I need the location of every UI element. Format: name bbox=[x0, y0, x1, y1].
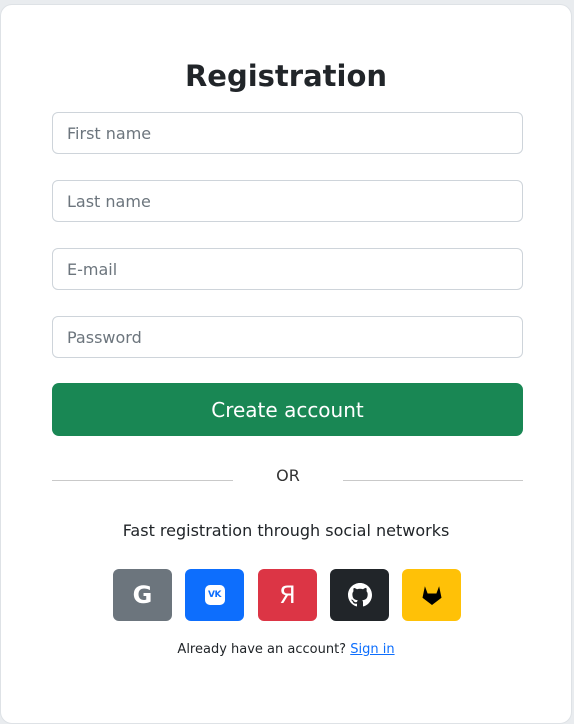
vk-icon-glyph: VK bbox=[208, 590, 221, 600]
gitlab-icon bbox=[420, 583, 444, 607]
social-heading: Fast registration through social network… bbox=[122, 521, 450, 540]
first-name-input[interactable] bbox=[52, 112, 523, 154]
last-name-input[interactable] bbox=[52, 180, 523, 222]
signin-prompt: Already have an account? bbox=[177, 642, 347, 657]
page-title: Registration bbox=[184, 59, 388, 93]
signin-link[interactable]: Sign in bbox=[350, 642, 394, 657]
email-input[interactable] bbox=[52, 248, 523, 290]
yandex-icon: Я bbox=[279, 581, 296, 609]
registration-card: Registration Create account OR Fast regi… bbox=[0, 4, 572, 724]
github-button[interactable] bbox=[330, 569, 389, 621]
google-button[interactable]: G bbox=[113, 569, 172, 621]
google-icon: G bbox=[132, 581, 153, 609]
vk-button[interactable]: VK bbox=[185, 569, 244, 621]
gitlab-button[interactable] bbox=[402, 569, 461, 621]
github-icon bbox=[347, 583, 372, 607]
password-input[interactable] bbox=[52, 316, 523, 358]
vk-icon: VK bbox=[204, 585, 225, 605]
divider-line-right bbox=[343, 480, 523, 481]
yandex-button[interactable]: Я bbox=[258, 569, 317, 621]
divider-or: OR bbox=[276, 466, 300, 485]
divider-line-left bbox=[52, 480, 233, 481]
signin-row: Already have an account? Sign in bbox=[1, 641, 571, 659]
create-account-button[interactable]: Create account bbox=[52, 383, 523, 436]
